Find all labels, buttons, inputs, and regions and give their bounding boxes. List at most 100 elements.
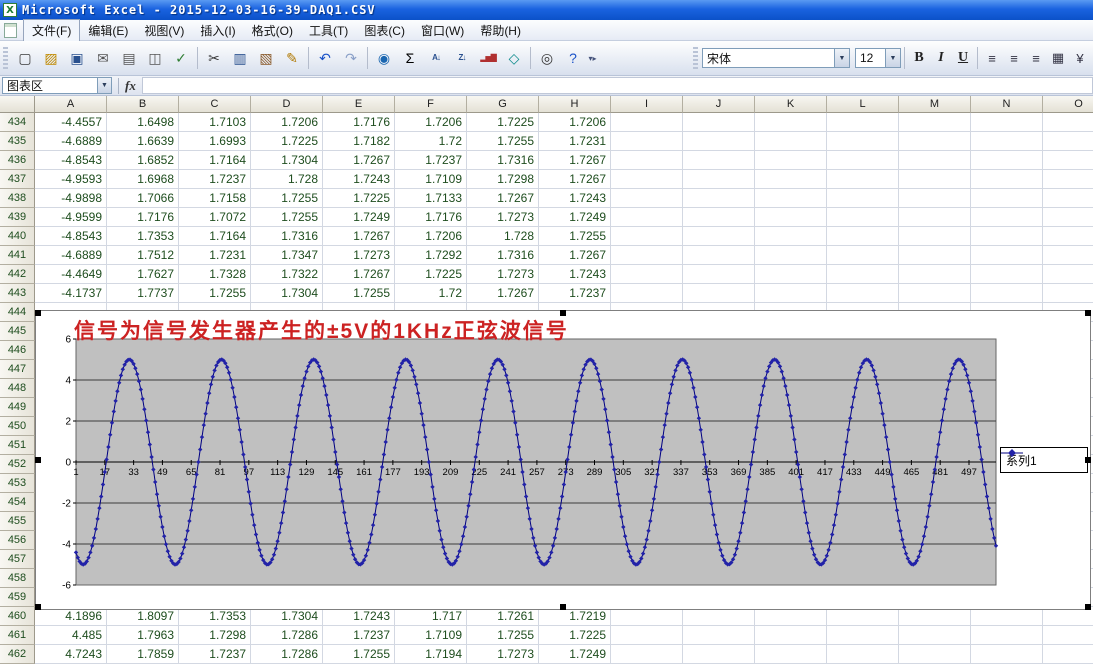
cell-J436[interactable] [683,151,755,170]
zoom-button[interactable]: ◎ [534,46,560,71]
cell-D442[interactable]: 1.7322 [251,265,323,284]
row-header-443[interactable]: 443 [0,284,35,303]
cell-L435[interactable] [827,132,899,151]
autosum-button[interactable]: Σ [397,46,423,71]
row-header-452[interactable]: 452 [0,455,35,474]
cell-A435[interactable]: -4.6889 [35,132,107,151]
cell-K438[interactable] [755,189,827,208]
row-header-449[interactable]: 449 [0,398,35,417]
cell-C439[interactable]: 1.7072 [179,208,251,227]
cell-M440[interactable] [899,227,971,246]
cell-I442[interactable] [611,265,683,284]
cell-F439[interactable]: 1.7176 [395,208,467,227]
cell-N438[interactable] [971,189,1043,208]
cell-J461[interactable] [683,626,755,645]
cell-O440[interactable] [1043,227,1093,246]
cell-F443[interactable]: 1.72 [395,284,467,303]
cell-N462[interactable] [971,645,1043,664]
column-header-A[interactable]: A [35,96,107,113]
cell-H438[interactable]: 1.7243 [539,189,611,208]
menu-item-chart[interactable]: 图表(C) [356,20,413,41]
cell-C442[interactable]: 1.7328 [179,265,251,284]
cell-A436[interactable]: -4.8543 [35,151,107,170]
cell-M437[interactable] [899,170,971,189]
cell-H461[interactable]: 1.7225 [539,626,611,645]
italic-button[interactable]: I [930,47,952,69]
cell-C436[interactable]: 1.7164 [179,151,251,170]
cell-C440[interactable]: 1.7164 [179,227,251,246]
menu-item-window[interactable]: 窗口(W) [413,20,472,41]
cell-G438[interactable]: 1.7267 [467,189,539,208]
cell-G435[interactable]: 1.7255 [467,132,539,151]
selection-handle[interactable] [35,604,41,610]
cell-D439[interactable]: 1.7255 [251,208,323,227]
cell-J443[interactable] [683,284,755,303]
cell-G437[interactable]: 1.7298 [467,170,539,189]
cell-O437[interactable] [1043,170,1093,189]
cell-D443[interactable]: 1.7304 [251,284,323,303]
cell-D438[interactable]: 1.7255 [251,189,323,208]
cell-O443[interactable] [1043,284,1093,303]
cell-E442[interactable]: 1.7267 [323,265,395,284]
cell-D441[interactable]: 1.7347 [251,246,323,265]
cell-B437[interactable]: 1.6968 [107,170,179,189]
select-all-corner[interactable] [0,96,35,113]
column-header-M[interactable]: M [899,96,971,113]
cell-M438[interactable] [899,189,971,208]
row-header-439[interactable]: 439 [0,208,35,227]
cell-K442[interactable] [755,265,827,284]
column-header-N[interactable]: N [971,96,1043,113]
cell-I437[interactable] [611,170,683,189]
cell-E440[interactable]: 1.7267 [323,227,395,246]
cell-L439[interactable] [827,208,899,227]
currency-style-button[interactable]: ¥ [1069,47,1091,69]
cell-A441[interactable]: -4.6889 [35,246,107,265]
cell-E441[interactable]: 1.7273 [323,246,395,265]
cell-I434[interactable] [611,113,683,132]
cell-I462[interactable] [611,645,683,664]
insert-function-button[interactable]: fx [125,78,136,94]
cut-button[interactable]: ✂ [201,46,227,71]
cell-J462[interactable] [683,645,755,664]
row-header-461[interactable]: 461 [0,626,35,645]
cell-O438[interactable] [1043,189,1093,208]
cell-C441[interactable]: 1.7231 [179,246,251,265]
cell-M462[interactable] [899,645,971,664]
help-button[interactable]: ? [560,46,586,71]
cell-A438[interactable]: -4.9898 [35,189,107,208]
cell-J437[interactable] [683,170,755,189]
row-header-440[interactable]: 440 [0,227,35,246]
cell-M442[interactable] [899,265,971,284]
cell-I435[interactable] [611,132,683,151]
cell-E436[interactable]: 1.7267 [323,151,395,170]
cell-I443[interactable] [611,284,683,303]
row-header-437[interactable]: 437 [0,170,35,189]
cell-G461[interactable]: 1.7255 [467,626,539,645]
row-header-434[interactable]: 434 [0,113,35,132]
row-header-462[interactable]: 462 [0,645,35,664]
font-name-combo[interactable]: 宋体 ▼ [702,48,850,68]
font-name-dropdown-icon[interactable]: ▼ [834,49,849,67]
cell-M435[interactable] [899,132,971,151]
cell-G440[interactable]: 1.728 [467,227,539,246]
selection-handle[interactable] [1085,457,1091,463]
cell-D462[interactable]: 1.7286 [251,645,323,664]
copy-button[interactable]: ▥ [227,46,253,71]
cell-D437[interactable]: 1.728 [251,170,323,189]
redo-button[interactable]: ↷ [338,46,364,71]
cell-K461[interactable] [755,626,827,645]
cell-E462[interactable]: 1.7255 [323,645,395,664]
cell-C443[interactable]: 1.7255 [179,284,251,303]
cell-G439[interactable]: 1.7273 [467,208,539,227]
cell-H440[interactable]: 1.7255 [539,227,611,246]
cell-A461[interactable]: 4.485 [35,626,107,645]
cell-F461[interactable]: 1.7109 [395,626,467,645]
cell-D461[interactable]: 1.7286 [251,626,323,645]
cell-J439[interactable] [683,208,755,227]
cell-N439[interactable] [971,208,1043,227]
cell-L437[interactable] [827,170,899,189]
toolbar-options-chevron[interactable]: ▾▸ [586,46,599,71]
cell-B435[interactable]: 1.6639 [107,132,179,151]
column-header-B[interactable]: B [107,96,179,113]
cell-A434[interactable]: -4.4557 [35,113,107,132]
